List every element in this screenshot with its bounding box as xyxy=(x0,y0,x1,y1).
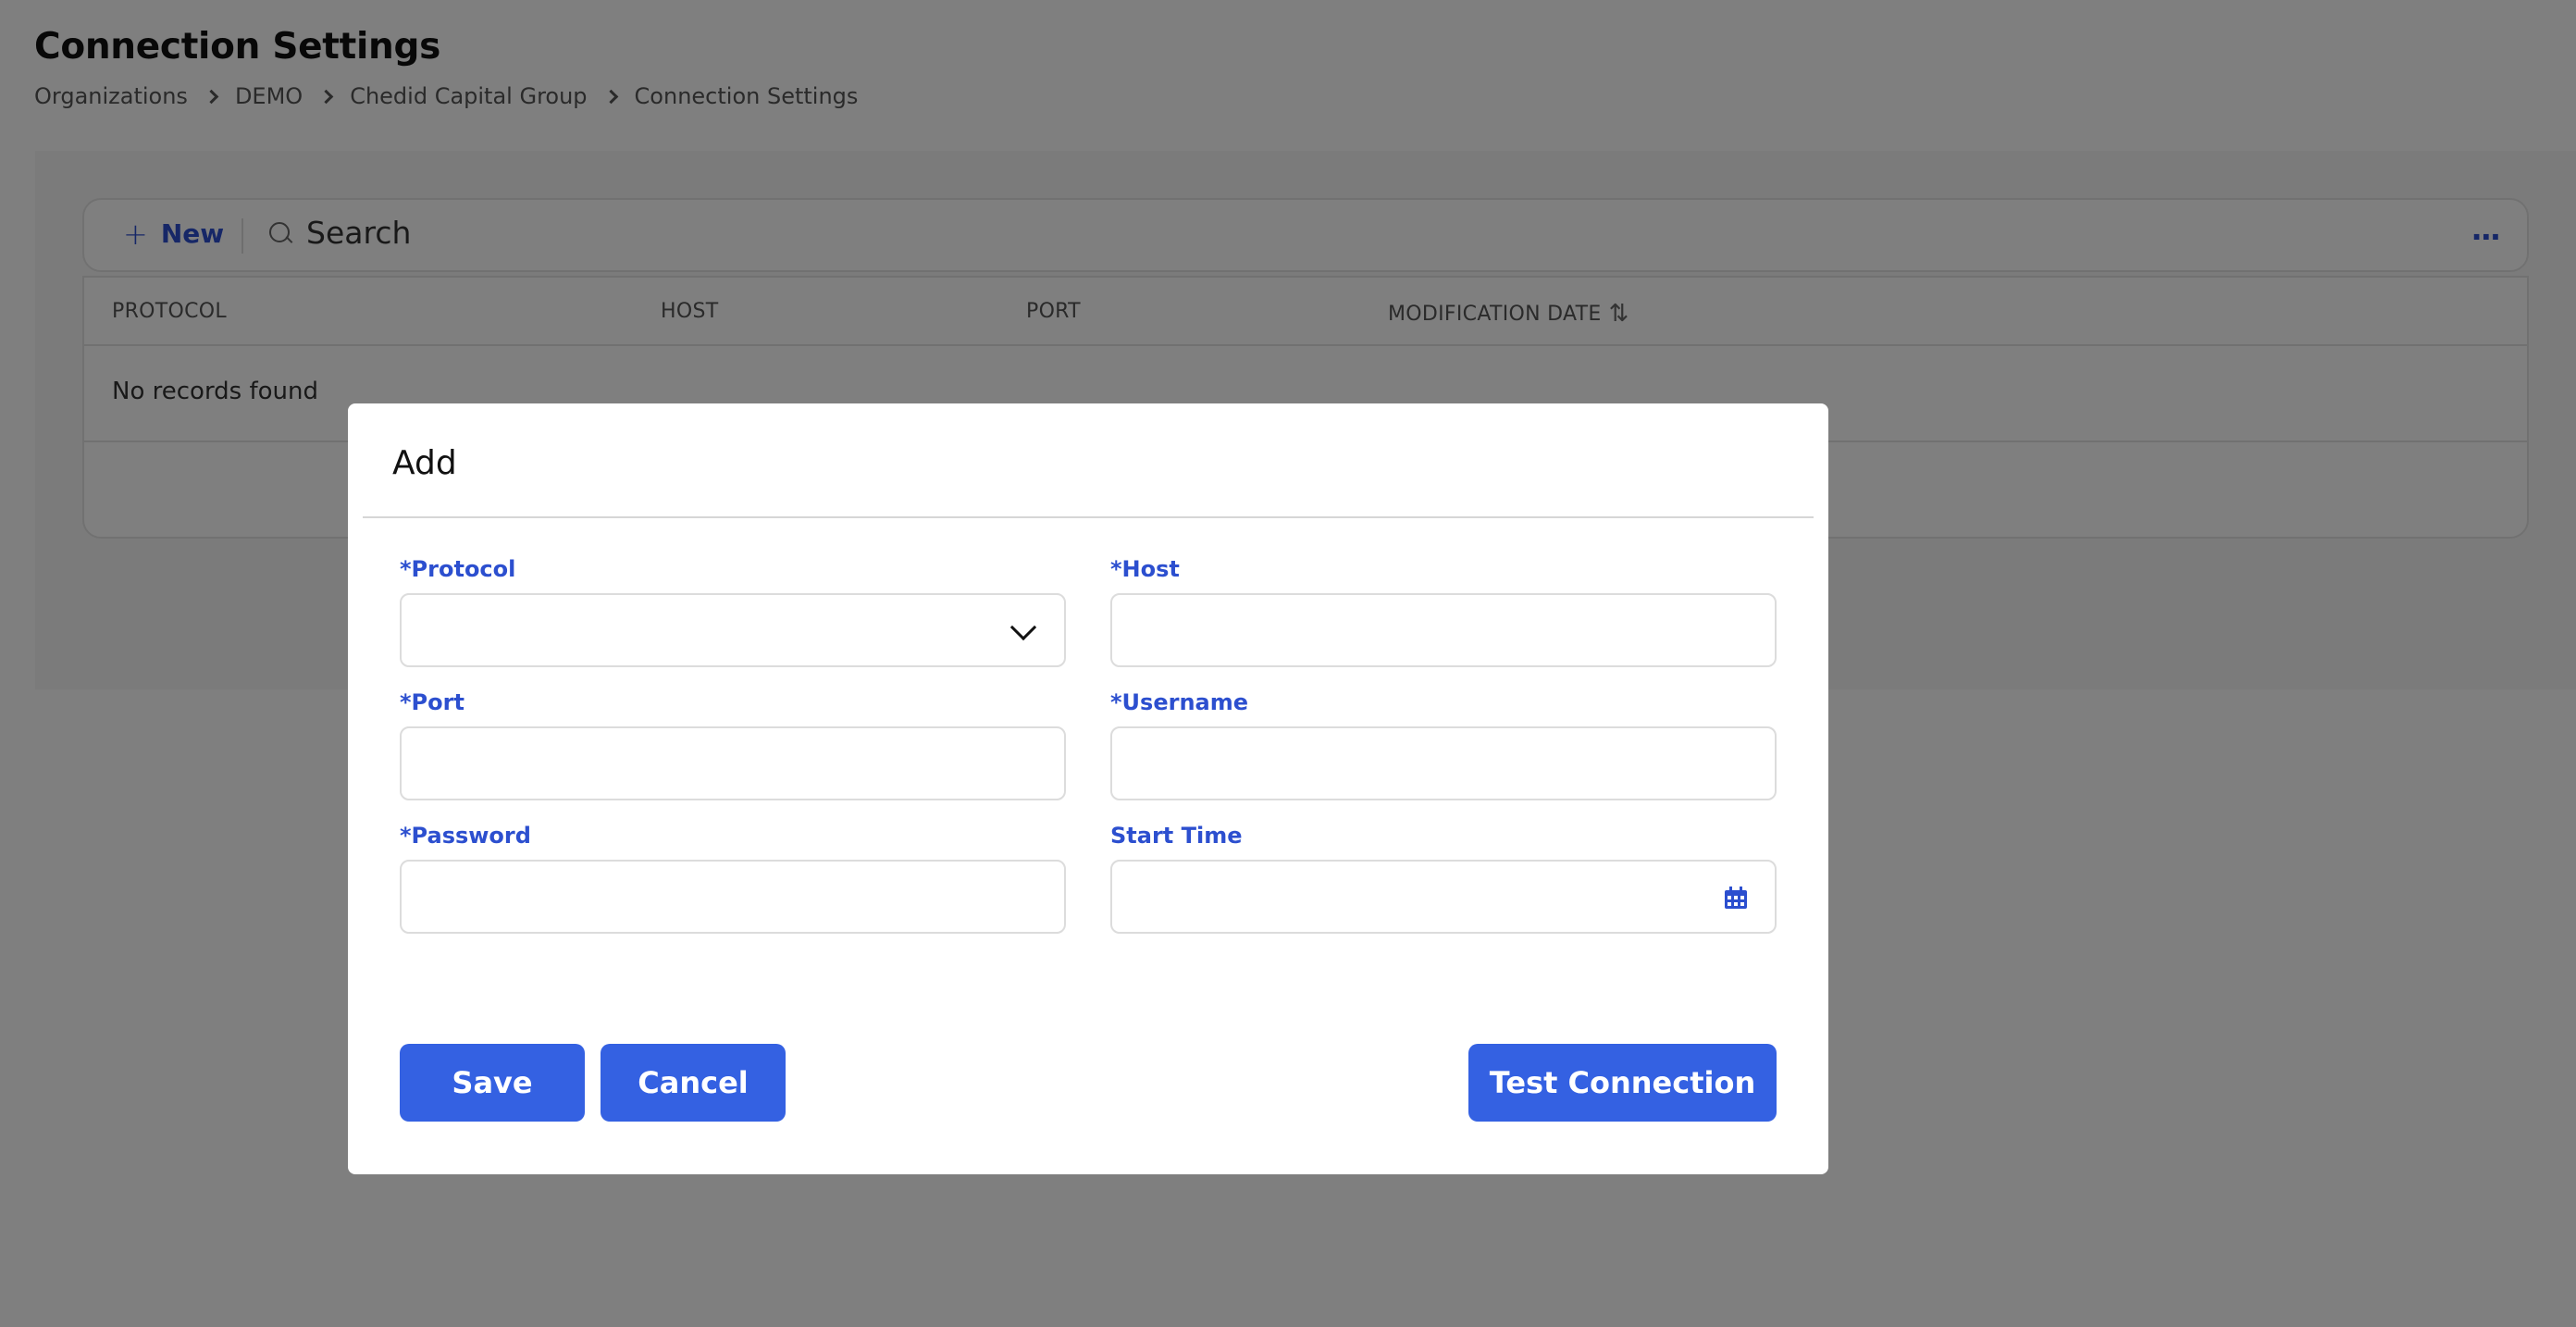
host-field-box xyxy=(1110,593,1777,667)
port-label: *Port xyxy=(400,689,464,715)
host-label: *Host xyxy=(1110,556,1180,582)
protocol-label: *Protocol xyxy=(400,556,516,582)
host-input[interactable] xyxy=(1112,595,1775,665)
add-connection-dialog: Add *Protocol *Host *Port *Username *Pas… xyxy=(348,403,1828,1174)
calendar-icon[interactable] xyxy=(1725,887,1747,909)
password-label: *Password xyxy=(400,823,531,849)
start-time-field-box xyxy=(1110,860,1777,934)
password-input[interactable] xyxy=(402,862,1064,932)
save-button[interactable]: Save xyxy=(400,1044,585,1122)
port-field-box xyxy=(400,726,1066,800)
chevron-down-icon xyxy=(1009,614,1037,641)
username-label: *Username xyxy=(1110,689,1249,715)
dialog-divider xyxy=(363,516,1814,518)
start-time-input[interactable] xyxy=(1112,862,1775,932)
start-time-label: Start Time xyxy=(1110,823,1243,849)
port-input[interactable] xyxy=(402,728,1064,799)
username-field-box xyxy=(1110,726,1777,800)
password-field-box xyxy=(400,860,1066,934)
test-connection-button[interactable]: Test Connection xyxy=(1468,1044,1777,1122)
protocol-select[interactable] xyxy=(400,593,1066,667)
dialog-title: Add xyxy=(392,444,457,482)
username-input[interactable] xyxy=(1112,728,1775,799)
cancel-button[interactable]: Cancel xyxy=(601,1044,786,1122)
